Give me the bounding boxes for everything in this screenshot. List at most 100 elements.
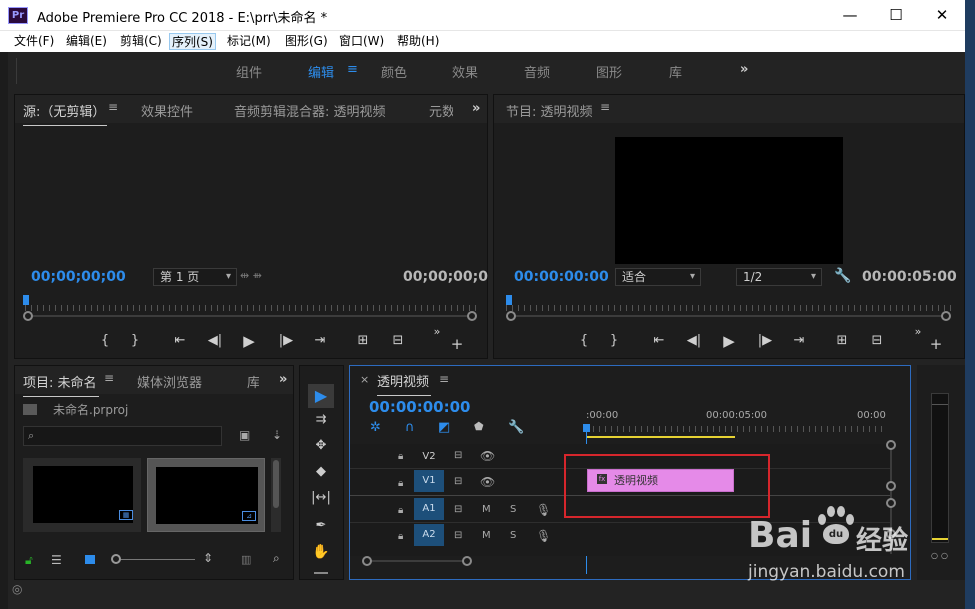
solo-button[interactable]: S xyxy=(510,504,516,515)
lock-track-icon[interactable]: 🔒︎ xyxy=(398,478,403,489)
razor-tool-icon[interactable]: ◆ xyxy=(308,464,334,484)
insert-button[interactable]: ⊞ xyxy=(351,333,375,348)
scrollbar-thumb[interactable] xyxy=(273,460,279,508)
lock-track-icon[interactable]: 🔒︎ xyxy=(398,505,403,516)
list-view-icon[interactable]: ☰ xyxy=(51,553,62,567)
source-playhead-timecode[interactable]: 00;00;00;00 xyxy=(31,269,126,285)
overwrite-button[interactable]: ⊟ xyxy=(386,333,410,348)
mute-button[interactable]: M xyxy=(482,530,491,541)
menu-file[interactable]: 文件(F) xyxy=(12,33,56,50)
sync-lock-icon[interactable]: ⊟ xyxy=(454,476,462,487)
slider-handle[interactable] xyxy=(111,554,121,564)
vscroll-handle[interactable] xyxy=(886,481,896,491)
timeline-settings-wrench-icon[interactable]: 🔧 xyxy=(508,420,524,435)
horizontal-zoom-scrollbar[interactable] xyxy=(366,560,466,562)
mute-button[interactable]: M xyxy=(482,504,491,515)
sequence-tab-menu-icon[interactable]: ≡ xyxy=(439,372,449,386)
close-button[interactable]: ✕ xyxy=(919,0,965,31)
timeline-playhead-timecode[interactable]: 00:00:00:00 xyxy=(369,398,471,416)
go-to-in-button[interactable]: ⇤ xyxy=(647,333,671,348)
work-area-bar[interactable] xyxy=(587,436,735,438)
menu-window[interactable]: 窗口(W) xyxy=(337,33,386,50)
hscroll-left-handle[interactable] xyxy=(362,556,372,566)
menu-help[interactable]: 帮助(H) xyxy=(395,33,441,50)
tab-libraries[interactable]: 库 xyxy=(247,372,259,391)
fit-select[interactable]: 适合 ▾ xyxy=(615,268,701,286)
track-target-a1[interactable]: A1 xyxy=(414,498,444,520)
button-editor-add-icon[interactable]: + xyxy=(924,335,948,353)
workspace-tab-color[interactable]: 颜色 xyxy=(381,62,407,81)
tab-source[interactable]: 源:（无剪辑） xyxy=(23,101,108,126)
workspace-tab-libraries[interactable]: 库 xyxy=(669,62,682,81)
sort-icon[interactable]: ⇕ xyxy=(203,551,213,565)
timeline-time-ruler[interactable] xyxy=(587,422,883,432)
program-tab-menu-icon[interactable]: ≡ xyxy=(600,100,610,114)
source-playhead[interactable] xyxy=(23,295,29,305)
solo-button[interactable]: S xyxy=(510,530,516,541)
thumbnail-zoom-slider[interactable] xyxy=(115,559,195,560)
timeline-playhead-head[interactable] xyxy=(583,424,590,432)
source-scroll-left-handle[interactable] xyxy=(23,311,33,321)
menu-sequence[interactable]: 序列(S) xyxy=(169,33,216,50)
workspace-menu-icon[interactable]: ≡ xyxy=(347,62,358,77)
extract-button[interactable]: ⊟ xyxy=(865,333,889,348)
project-search-input[interactable]: ⌕ xyxy=(23,426,222,446)
play-button[interactable]: ▶ xyxy=(237,332,261,350)
tab-media-browser[interactable]: 媒体浏览器 xyxy=(137,372,202,391)
sync-lock-icon[interactable]: ⊟ xyxy=(454,530,462,541)
source-time-ruler[interactable] xyxy=(25,295,477,311)
close-sequence-icon[interactable]: × xyxy=(360,373,369,386)
panel-overflow-icon[interactable]: » xyxy=(279,372,287,387)
pen-tool-icon[interactable]: ✒ xyxy=(308,518,334,538)
go-to-in-button[interactable]: ⇤ xyxy=(168,333,192,348)
mark-out-button[interactable]: } xyxy=(602,333,626,348)
workspace-tab-audio[interactable]: 音频 xyxy=(524,62,550,81)
nest-toggle-icon[interactable]: ✲ xyxy=(370,420,381,435)
workspace-tab-editing[interactable]: 编辑 xyxy=(308,62,334,81)
step-forward-button[interactable]: |▶ xyxy=(753,333,777,348)
track-target-v2[interactable]: V2 xyxy=(414,446,444,468)
button-editor-add-icon[interactable]: + xyxy=(445,335,469,353)
workspace-overflow-icon[interactable]: » xyxy=(740,62,748,77)
automate-to-sequence-icon[interactable]: ▥ xyxy=(241,553,251,566)
microphone-icon[interactable]: 🎙︎ xyxy=(536,529,551,543)
workspace-tab-assembly[interactable]: 组件 xyxy=(236,62,262,81)
eye-icon[interactable]: 👁︎ xyxy=(480,449,495,463)
icon-view-icon[interactable] xyxy=(85,555,95,564)
go-to-out-button[interactable]: ⇥ xyxy=(787,333,811,348)
slip-tool-icon[interactable]: |↔| xyxy=(308,490,334,510)
tab-program[interactable]: 节目: 透明视频 xyxy=(506,101,593,120)
selection-tool-icon[interactable]: ▶ xyxy=(308,384,334,408)
project-scrollbar[interactable] xyxy=(271,458,281,532)
mark-out-button[interactable]: } xyxy=(123,333,147,348)
panel-overflow-icon[interactable]: » xyxy=(472,101,480,116)
menu-marker[interactable]: 标记(M) xyxy=(225,33,273,50)
playback-resolution-select[interactable]: 1/2 ▾ xyxy=(736,268,822,286)
vscroll-top-handle[interactable] xyxy=(886,440,896,450)
track-target-a2[interactable]: A2 xyxy=(414,524,444,546)
solo-right-icon[interactable]: ○ xyxy=(941,551,948,560)
add-marker-icon[interactable]: ⬟ xyxy=(474,420,484,433)
new-bin-from-search-icon[interactable]: ▣ xyxy=(239,428,250,442)
eye-icon[interactable]: 👁︎ xyxy=(480,475,495,489)
workspace-tab-graphics[interactable]: 图形 xyxy=(596,62,622,81)
track-target-v1[interactable]: V1 xyxy=(414,470,444,492)
import-icon[interactable]: ⇣ xyxy=(272,428,282,442)
step-back-button[interactable]: ◀| xyxy=(682,333,706,348)
type-tool-icon[interactable] xyxy=(314,572,328,574)
maximize-button[interactable]: ☐ xyxy=(873,0,919,31)
vscroll-bottom-handle[interactable] xyxy=(886,529,896,539)
source-page-select[interactable]: 第 1 页 ▾ xyxy=(153,268,237,286)
find-icon[interactable]: ⌕ xyxy=(273,551,280,566)
step-forward-button[interactable]: |▶ xyxy=(274,333,298,348)
tab-effect-controls[interactable]: 效果控件 xyxy=(141,101,193,120)
microphone-icon[interactable]: 🎙︎ xyxy=(536,503,551,517)
vscroll-handle[interactable] xyxy=(886,498,896,508)
hand-tool-icon[interactable]: ✋ xyxy=(308,544,334,564)
track-select-tool-icon[interactable]: ⇉ xyxy=(308,412,334,432)
mark-in-button[interactable]: { xyxy=(572,333,596,348)
linked-selection-icon[interactable]: ◩ xyxy=(438,420,450,435)
step-back-button[interactable]: ◀| xyxy=(203,333,227,348)
tab-audio-clip-mixer[interactable]: 音频剪辑混合器: 透明视频 xyxy=(234,101,386,120)
source-scroll-right-handle[interactable] xyxy=(467,311,477,321)
